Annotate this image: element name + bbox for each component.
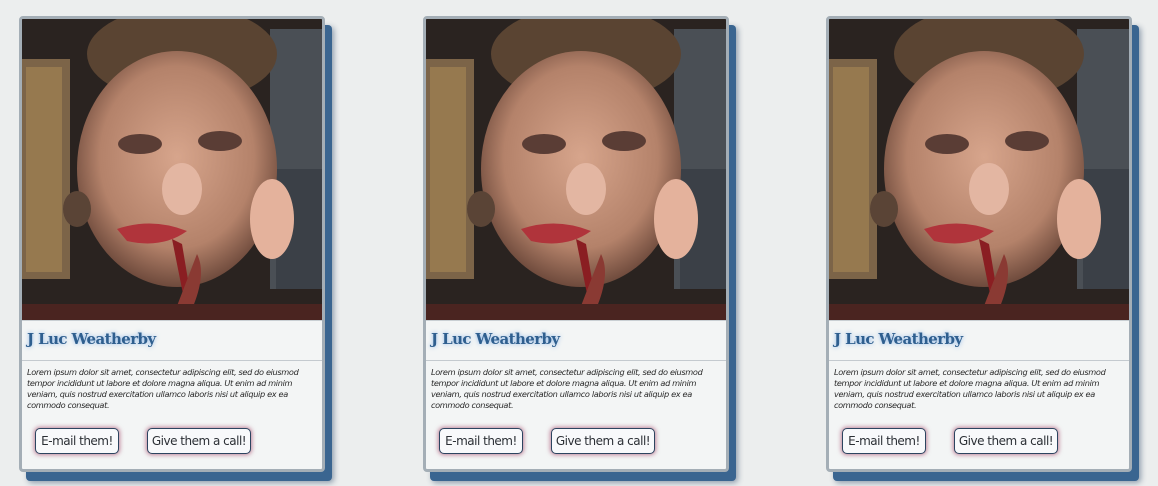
divider bbox=[426, 360, 726, 361]
email-button[interactable]: E-mail them! bbox=[439, 428, 523, 454]
email-button[interactable]: E-mail them! bbox=[842, 428, 926, 454]
person-name: J Luc Weatherby bbox=[834, 330, 963, 348]
person-description: Lorem ipsum dolor sit amet, consectetur … bbox=[834, 367, 1106, 410]
person-name: J Luc Weatherby bbox=[27, 330, 156, 348]
call-button[interactable]: Give them a call! bbox=[147, 428, 251, 454]
call-button[interactable]: Give them a call! bbox=[551, 428, 655, 454]
person-name: J Luc Weatherby bbox=[431, 330, 560, 348]
profile-card: J Luc Weatherby Lorem ipsum dolor sit am… bbox=[826, 16, 1132, 472]
person-description: Lorem ipsum dolor sit amet, consectetur … bbox=[431, 367, 703, 410]
divider bbox=[22, 360, 322, 361]
divider bbox=[829, 360, 1129, 361]
action-buttons: E-mail them! Give them a call! bbox=[829, 428, 1129, 456]
call-button[interactable]: Give them a call! bbox=[954, 428, 1058, 454]
profile-photo bbox=[22, 19, 322, 321]
profile-photo bbox=[426, 19, 726, 321]
action-buttons: E-mail them! Give them a call! bbox=[426, 428, 726, 456]
person-description: Lorem ipsum dolor sit amet, consectetur … bbox=[27, 367, 299, 410]
profile-photo bbox=[829, 19, 1129, 321]
profile-card: J Luc Weatherby Lorem ipsum dolor sit am… bbox=[423, 16, 729, 472]
email-button[interactable]: E-mail them! bbox=[35, 428, 119, 454]
action-buttons: E-mail them! Give them a call! bbox=[22, 428, 322, 456]
profile-card: J Luc Weatherby Lorem ipsum dolor sit am… bbox=[19, 16, 325, 472]
